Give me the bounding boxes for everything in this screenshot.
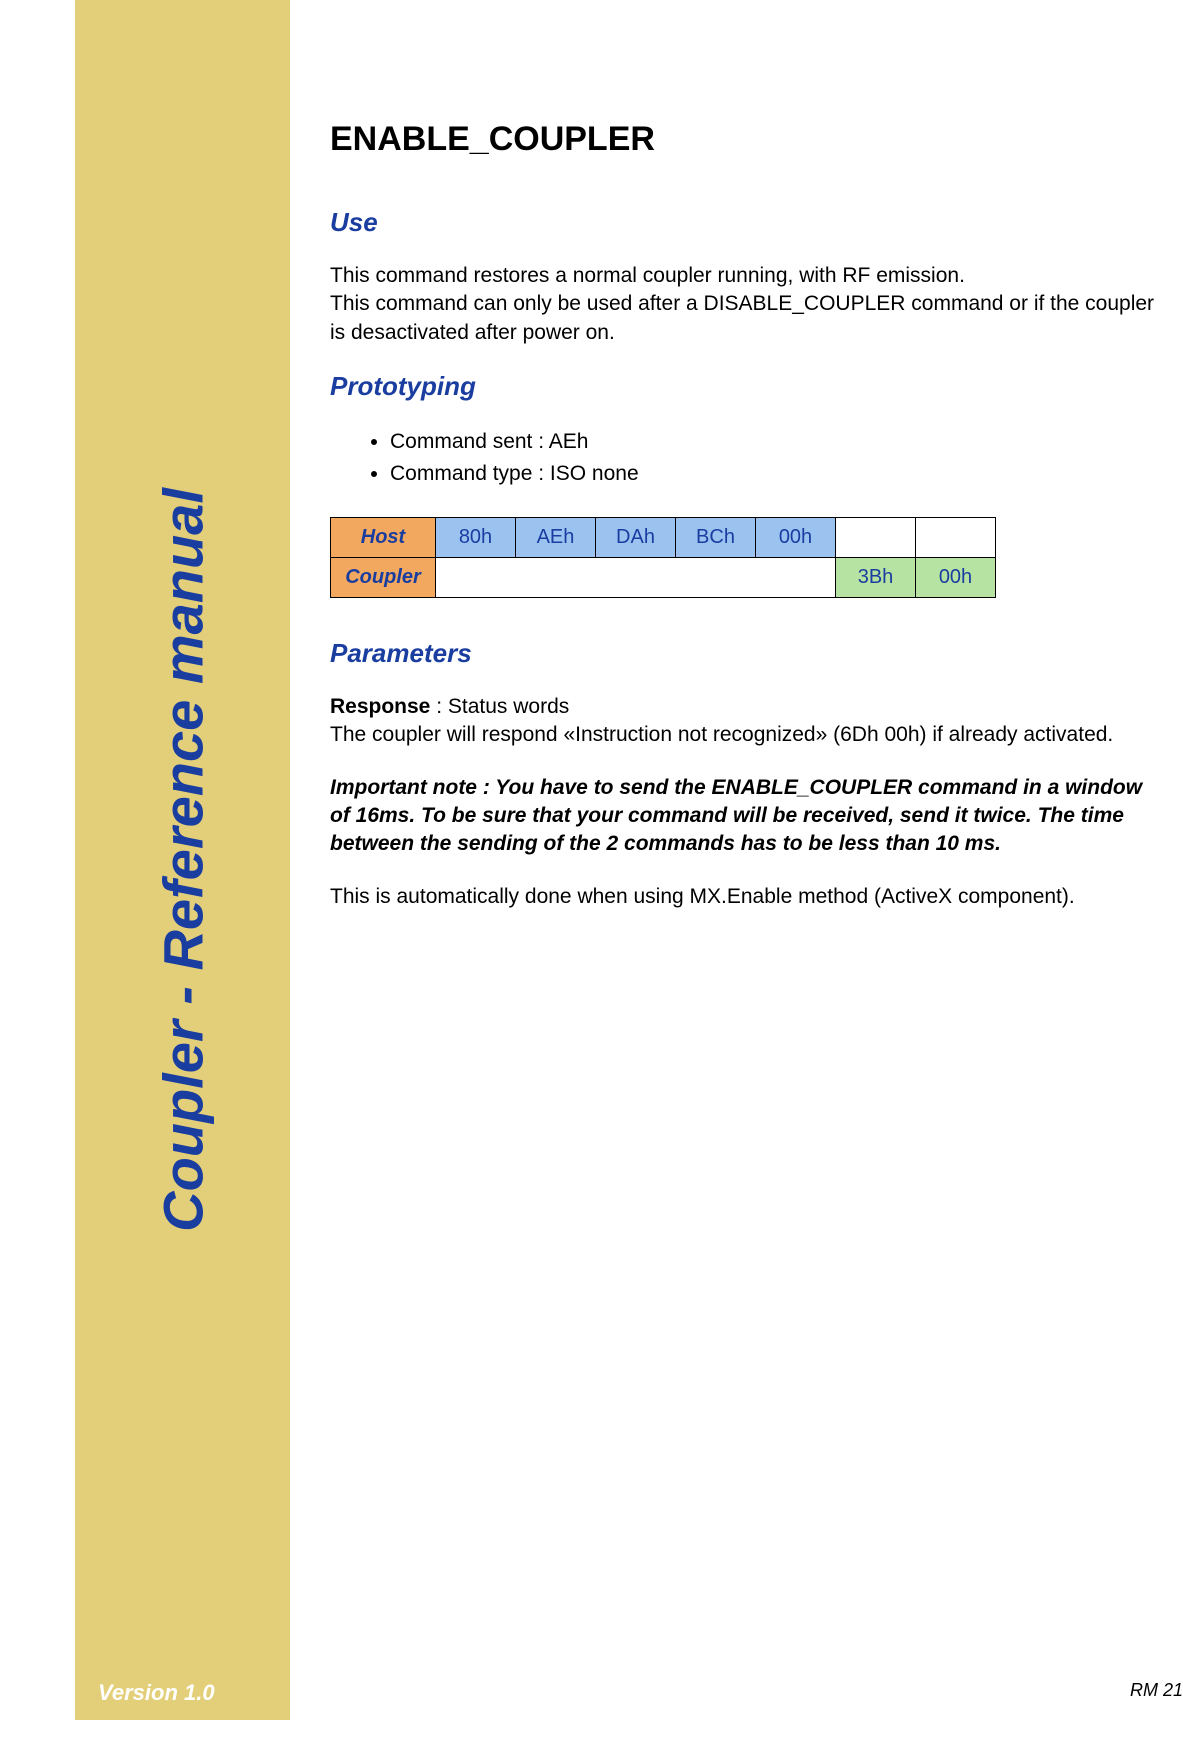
version-label: Version 1.0 xyxy=(98,1680,215,1706)
coupler-header: Coupler xyxy=(331,558,436,598)
use-p1: This command restores a normal coupler r… xyxy=(330,264,965,287)
host-cell: 00h xyxy=(756,518,836,558)
host-header: Host xyxy=(331,518,436,558)
use-paragraph: This command restores a normal coupler r… xyxy=(330,262,1160,347)
list-item: Command type : ISO none xyxy=(390,458,1160,490)
coupler-cell: 3Bh xyxy=(836,558,916,598)
response-text: : Status words xyxy=(430,695,569,718)
use-p2: This command can only be used after a DI… xyxy=(330,292,1154,343)
parameters-p3: This is automatically done when using MX… xyxy=(330,883,1160,911)
table-row: Host 80h AEh DAh BCh 00h xyxy=(331,518,996,558)
host-cell: DAh xyxy=(596,518,676,558)
important-note: Important note : You have to send the EN… xyxy=(330,774,1160,859)
sidebar: Coupler - Reference manual xyxy=(75,0,290,1720)
response-p2: The coupler will respond «Instruction no… xyxy=(330,723,1113,746)
empty-cell xyxy=(836,518,916,558)
main-content: ENABLE_COUPLER Use This command restores… xyxy=(330,120,1160,935)
empty-cell xyxy=(916,518,996,558)
use-heading: Use xyxy=(330,207,1160,238)
parameters-heading: Parameters xyxy=(330,638,1160,669)
page-number: RM 21 xyxy=(1130,1680,1183,1701)
list-item: Command sent : AEh xyxy=(390,426,1160,458)
parameters-response: Response : Status words The coupler will… xyxy=(330,693,1160,750)
host-cell: 80h xyxy=(436,518,516,558)
prototyping-heading: Prototyping xyxy=(330,371,1160,402)
table-row: Coupler 3Bh 00h xyxy=(331,558,996,598)
sidebar-title: Coupler - Reference manual xyxy=(150,488,215,1232)
host-cell: AEh xyxy=(516,518,596,558)
response-label: Response xyxy=(330,695,430,718)
prototyping-table: Host 80h AEh DAh BCh 00h Coupler 3Bh 00h xyxy=(330,517,996,598)
prototyping-list: Command sent : AEh Command type : ISO no… xyxy=(330,426,1160,489)
page-title: ENABLE_COUPLER xyxy=(330,120,1160,159)
empty-cell xyxy=(436,558,836,598)
host-cell: BCh xyxy=(676,518,756,558)
coupler-cell: 00h xyxy=(916,558,996,598)
